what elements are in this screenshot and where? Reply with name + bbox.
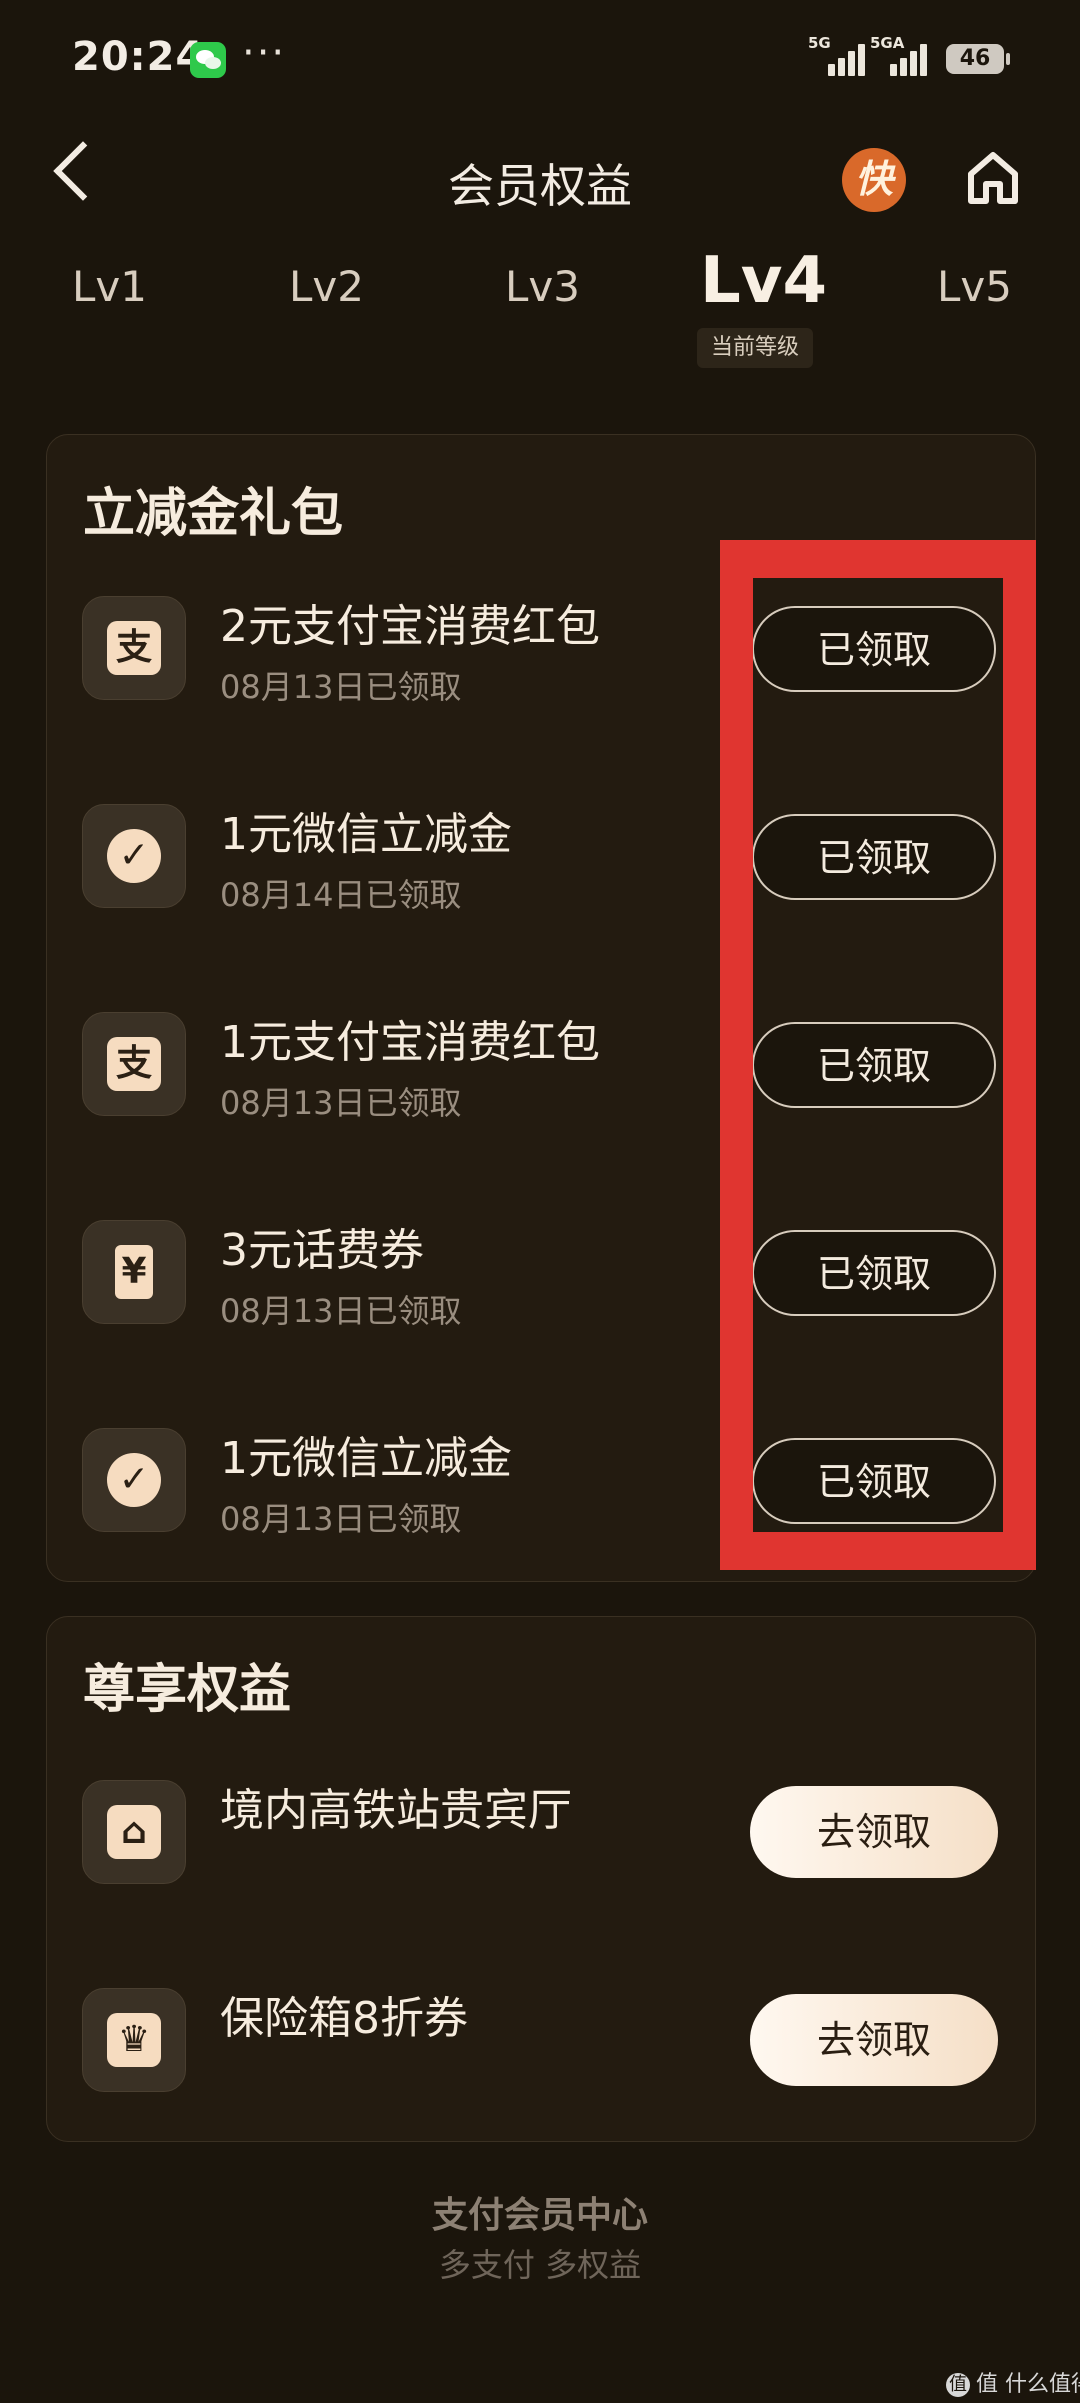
page-title: 会员权益 xyxy=(448,159,632,213)
lounge-sofa-icon: ⌂ xyxy=(82,1780,186,1884)
signal-5g-label: 5G xyxy=(808,34,831,52)
home-icon[interactable] xyxy=(966,150,1020,206)
wechat-pay-icon: ✓ xyxy=(82,1428,186,1532)
level-tab-lv3[interactable]: Lv3 xyxy=(505,262,580,311)
watermark-logo-icon: 值 xyxy=(946,2373,970,2397)
claim-button[interactable]: 去领取 xyxy=(750,1994,998,2086)
vip-benefits-title: 尊享权益 xyxy=(83,1660,292,1720)
phone-bill-icon: ¥ xyxy=(82,1220,186,1324)
level-tab-lv2[interactable]: Lv2 xyxy=(289,262,364,311)
level-tab-lv4[interactable]: Lv4 xyxy=(700,244,827,318)
benefit-title: 境内高铁站贵宾厅 xyxy=(220,1785,572,1836)
benefit-title: 保险箱8折券 xyxy=(220,1993,468,2044)
status-time: 20:24 xyxy=(72,34,205,80)
watermark: 值值 什么值得买 xyxy=(946,2366,1080,2398)
wechat-notification-icon xyxy=(190,42,226,78)
kuai-app-icon[interactable]: 快 xyxy=(842,148,906,212)
signal-5ga-label: 5GA xyxy=(870,34,905,52)
crown-icon: ♛ xyxy=(82,1988,186,2092)
claim-button[interactable]: 去领取 xyxy=(750,1786,998,1878)
signal-5g-icon: 5G xyxy=(808,34,865,76)
benefit-title: 1元支付宝消费红包 xyxy=(220,1017,600,1068)
level-tab-lv1[interactable]: Lv1 xyxy=(72,262,147,311)
alipay-icon: 支 xyxy=(82,596,186,700)
benefit-title: 3元话费券 xyxy=(220,1225,424,1276)
highlight-annotation xyxy=(720,540,1036,1570)
benefit-title: 1元微信立减金 xyxy=(220,809,512,860)
signal-5ga-icon: 5GA xyxy=(870,34,927,76)
benefit-title: 2元支付宝消费红包 xyxy=(220,601,600,652)
benefit-claim-date: 08月14日已领取 xyxy=(220,876,462,914)
current-level-badge: 当前等级 xyxy=(697,328,813,368)
cash-pack-title: 立减金礼包 xyxy=(83,484,344,544)
wechat-pay-icon: ✓ xyxy=(82,804,186,908)
benefit-claim-date: 08月13日已领取 xyxy=(220,1500,462,1538)
level-tab-lv5[interactable]: Lv5 xyxy=(937,262,1012,311)
footer-subtitle: 多支付 多权益 xyxy=(438,2246,642,2284)
benefit-title: 1元微信立减金 xyxy=(220,1433,512,1484)
more-notifications-icon: ··· xyxy=(242,30,287,76)
benefit-claim-date: 08月13日已领取 xyxy=(220,1292,462,1330)
battery-icon: 46 xyxy=(946,44,1010,74)
benefit-claim-date: 08月13日已领取 xyxy=(220,668,462,706)
benefit-claim-date: 08月13日已领取 xyxy=(220,1084,462,1122)
footer-title: 支付会员中心 xyxy=(431,2195,648,2236)
alipay-icon: 支 xyxy=(82,1012,186,1116)
